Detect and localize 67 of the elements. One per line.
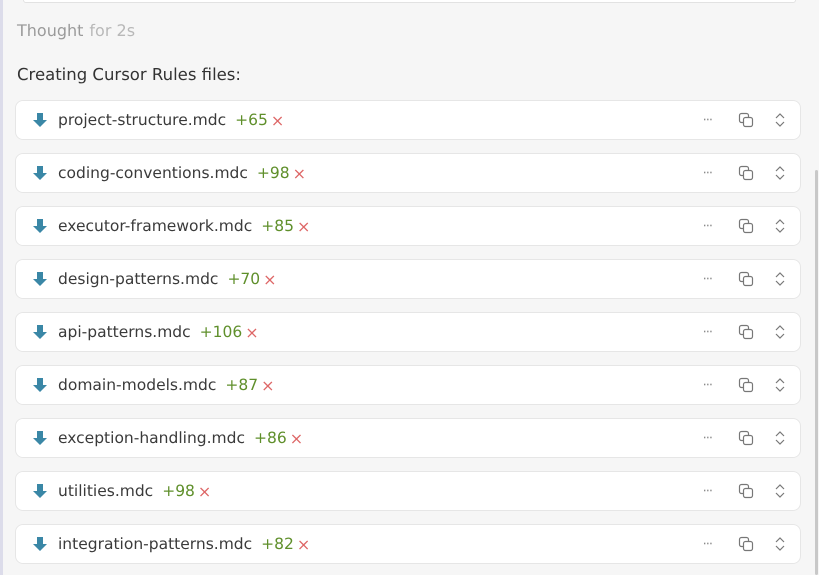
more-button[interactable]: ··· [702,166,712,180]
more-button[interactable]: ··· [702,218,712,234]
more-button[interactable]: ··· [702,378,712,392]
lines-added: +98 [162,482,195,500]
file-name: coding-conventions.mdc [58,164,248,182]
lines-added: +106 [200,323,242,341]
scrollbar[interactable] [815,170,818,575]
more-button[interactable]: ··· [702,112,712,128]
arrow-down-icon [32,165,48,181]
file-card[interactable]: project-structure.mdc +65 × ··· [15,100,801,140]
copy-icon[interactable] [738,218,754,234]
file-card[interactable]: domain-models.mdc +87 × ··· [15,365,801,405]
reject-button[interactable]: × [290,428,304,448]
copy-icon[interactable] [738,377,754,393]
thought-duration: for 2s [89,21,136,40]
more-button[interactable]: ··· [702,324,712,340]
reject-button[interactable]: × [245,322,259,342]
lines-added: +70 [227,270,260,288]
copy-icon[interactable] [738,165,754,181]
file-name: executor-framework.mdc [58,217,252,235]
reject-button[interactable]: × [292,164,306,182]
file-name: domain-models.mdc [58,376,216,394]
more-button[interactable]: ··· [702,272,712,286]
lines-added: +85 [261,217,294,235]
reject-button[interactable]: × [270,110,284,130]
lines-added: +82 [261,535,294,553]
file-card[interactable]: integration-patterns.mdc +82 × ··· [15,524,801,564]
arrow-down-icon [32,430,48,446]
arrow-down-icon [32,271,48,287]
thought-label: Thought [17,21,84,40]
file-name: api-patterns.mdc [58,323,191,341]
copy-icon[interactable] [738,271,754,287]
file-card[interactable]: design-patterns.mdc +70 × ··· [15,259,801,299]
copy-icon[interactable] [738,324,754,340]
reject-button[interactable]: × [261,376,274,394]
more-button[interactable]: ··· [702,536,712,552]
copy-icon[interactable] [738,483,754,499]
file-name: utilities.mdc [58,482,154,500]
lines-added: +65 [235,111,268,129]
more-button[interactable]: ··· [702,484,712,498]
file-card[interactable]: executor-framework.mdc +85 × ··· [15,206,801,246]
file-name: project-structure.mdc [58,111,226,129]
reject-button[interactable]: × [198,482,212,500]
arrow-down-icon [32,112,48,128]
lines-added: +87 [225,376,258,394]
section-heading: Creating Cursor Rules files: [17,64,242,86]
arrow-down-icon [32,218,48,234]
reject-button[interactable]: × [263,270,277,288]
arrow-down-icon [32,377,48,393]
reject-button[interactable]: × [296,534,310,554]
more-button[interactable]: ··· [702,430,712,446]
file-card[interactable]: api-patterns.mdc +106 × ··· [15,312,801,352]
lines-added: +98 [256,164,290,182]
file-card[interactable]: coding-conventions.mdc +98 × ··· [15,153,801,193]
arrow-down-icon [32,536,48,552]
arrow-down-icon [32,483,48,499]
arrow-down-icon [32,324,48,340]
copy-icon[interactable] [738,430,754,446]
file-name: design-patterns.mdc [58,270,218,288]
copy-icon[interactable] [738,536,754,552]
copy-icon[interactable] [738,112,754,128]
file-name: integration-patterns.mdc [58,535,252,553]
reject-button[interactable]: × [296,216,310,236]
file-card[interactable]: exception-handling.mdc +86 × ··· [15,418,801,458]
file-name: exception-handling.mdc [58,429,245,447]
file-card[interactable]: utilities.mdc +98 × ··· [15,471,801,511]
lines-added: +86 [254,429,287,447]
